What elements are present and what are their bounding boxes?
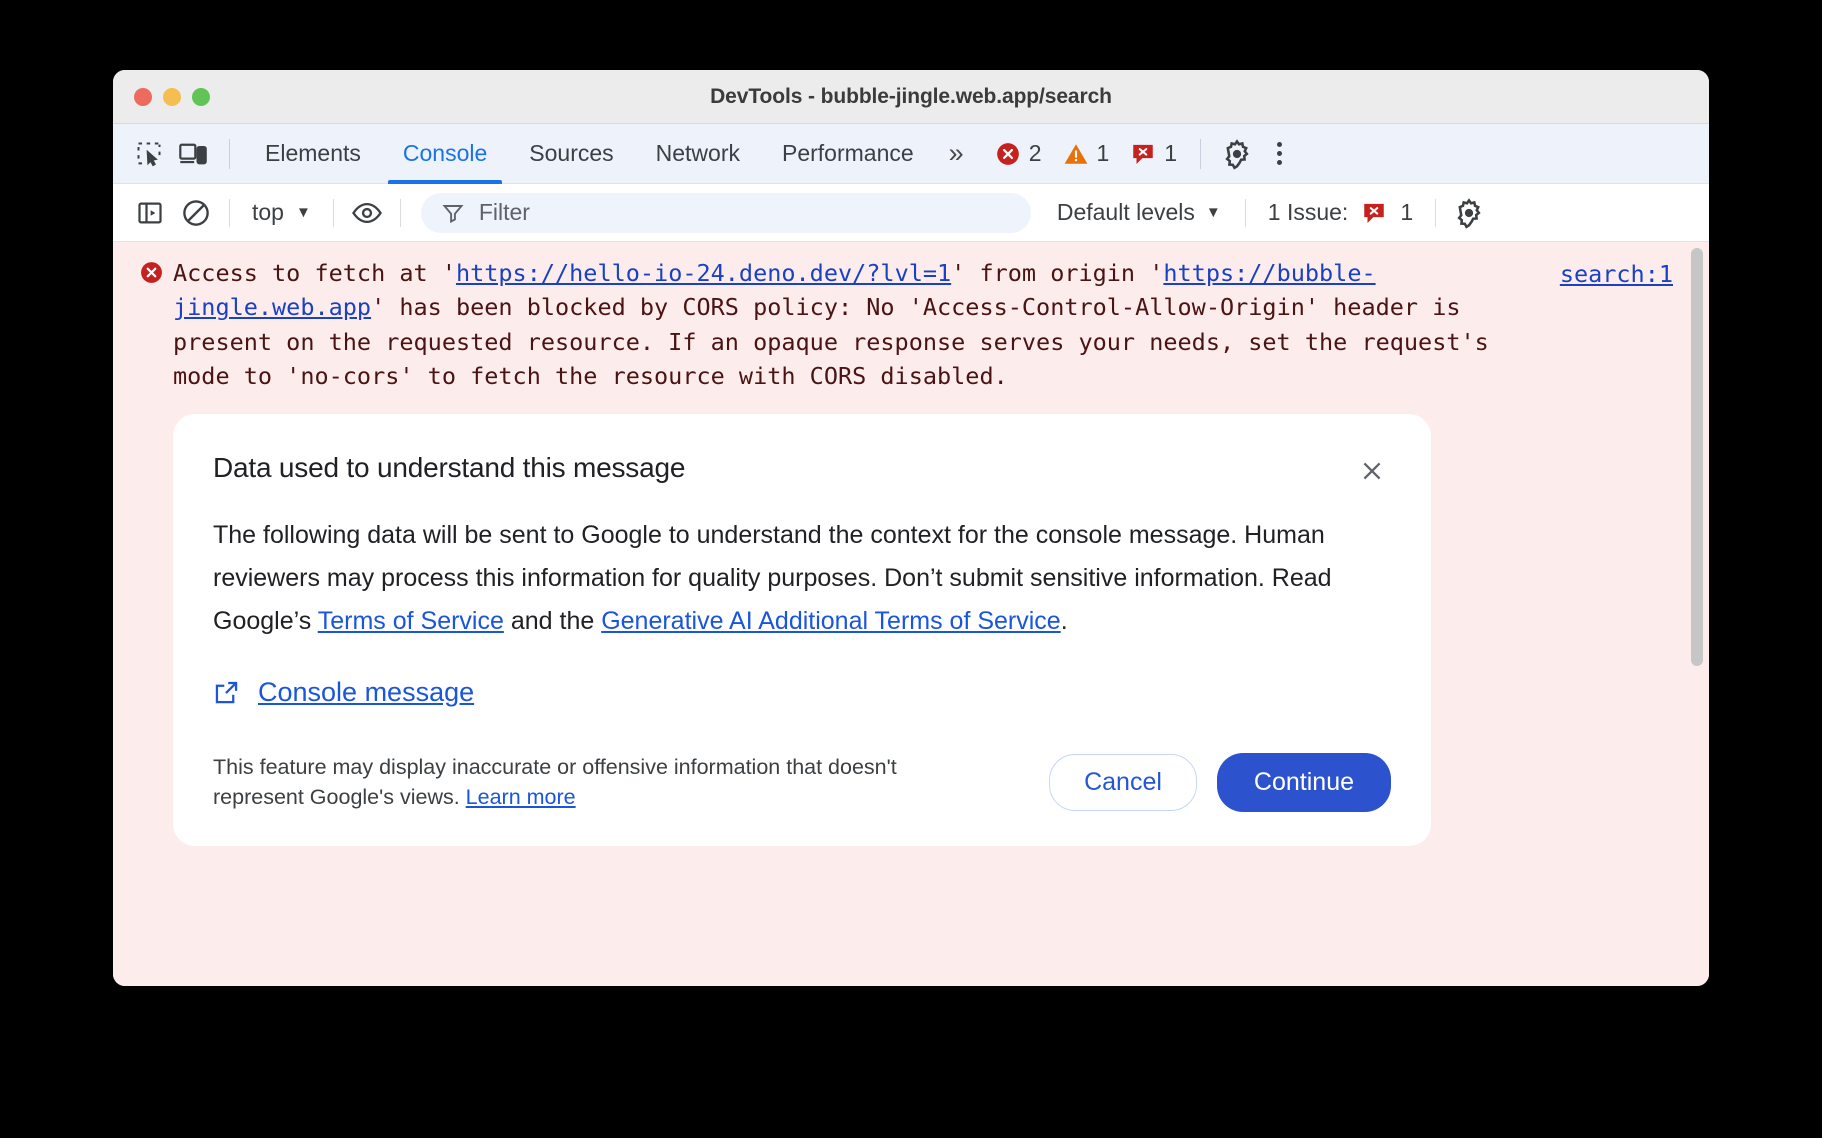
issue-counters: 2 1 1 — [986, 140, 1186, 167]
traffic-light-buttons — [134, 88, 210, 106]
console-message-link-row[interactable]: Console message — [213, 677, 1391, 708]
toolbar-divider-4 — [1245, 199, 1246, 227]
console-sidebar-icon[interactable] — [127, 192, 173, 234]
tab-performance[interactable]: Performance — [761, 124, 935, 184]
javascript-context-selector[interactable]: top ▼ — [240, 199, 323, 226]
error-prefix: Access to fetch at ' — [173, 259, 456, 287]
clear-console-icon[interactable] — [173, 192, 219, 234]
issue-count: 1 — [1164, 140, 1177, 167]
generative-ai-terms-link[interactable]: Generative AI Additional Terms of Servic… — [601, 607, 1061, 635]
console-error-message[interactable]: Access to fetch at 'https://hello-io-24.… — [113, 242, 1709, 399]
warning-counter[interactable]: 1 — [1054, 140, 1119, 167]
issue-icon — [1130, 141, 1156, 167]
cancel-button[interactable]: Cancel — [1049, 754, 1197, 811]
issues-count: 1 — [1400, 199, 1413, 226]
warning-count: 1 — [1097, 140, 1110, 167]
issue-counter[interactable]: 1 — [1121, 140, 1186, 167]
tab-label: Performance — [782, 140, 914, 167]
minimize-window-button[interactable] — [163, 88, 181, 106]
console-message-link[interactable]: Console message — [258, 677, 474, 708]
devtools-window: DevTools - bubble-jingle.web.app/search … — [113, 70, 1709, 986]
tab-label: Console — [403, 140, 487, 167]
filter-placeholder: Filter — [479, 199, 530, 226]
tab-console[interactable]: Console — [382, 124, 508, 184]
issue-icon — [1361, 200, 1387, 226]
source-location-link[interactable]: search:1 — [1560, 260, 1673, 288]
dialog-body-part3: . — [1061, 607, 1068, 635]
scrollbar-thumb[interactable] — [1691, 248, 1703, 666]
filter-input[interactable]: Filter — [421, 193, 1031, 233]
tab-label: Sources — [529, 140, 613, 167]
terms-of-service-link[interactable]: Terms of Service — [318, 607, 504, 635]
external-link-icon — [213, 679, 240, 706]
more-tabs-icon[interactable]: » — [935, 138, 974, 169]
tab-label: Elements — [265, 140, 361, 167]
error-icon — [995, 141, 1021, 167]
gear-icon[interactable] — [1215, 134, 1259, 174]
learn-more-link[interactable]: Learn more — [466, 785, 576, 809]
chevron-down-icon: ▼ — [296, 205, 311, 220]
panel-tabs: Elements Console Sources Network Perform… — [244, 124, 935, 184]
console-scrollbar[interactable] — [1691, 248, 1703, 980]
toolbar-divider-3 — [400, 199, 401, 227]
error-message-text: Access to fetch at 'https://hello-io-24.… — [173, 256, 1499, 393]
tab-network[interactable]: Network — [635, 124, 761, 184]
device-toolbar-icon[interactable] — [171, 134, 215, 174]
tabbar-divider — [229, 139, 230, 169]
context-label: top — [252, 199, 284, 226]
live-expression-eye-icon[interactable] — [344, 192, 390, 234]
inspect-element-icon[interactable] — [127, 134, 171, 174]
close-icon[interactable] — [1355, 454, 1389, 488]
issues-label: 1 Issue: — [1268, 199, 1349, 226]
tab-label: Network — [656, 140, 740, 167]
window-titlebar: DevTools - bubble-jingle.web.app/search — [113, 70, 1709, 124]
dialog-disclaimer: This feature may display inaccurate or o… — [213, 752, 983, 812]
close-window-button[interactable] — [134, 88, 152, 106]
log-levels-label: Default levels — [1057, 199, 1195, 226]
zoom-window-button[interactable] — [192, 88, 210, 106]
dialog-body-part2: and the — [504, 607, 601, 635]
dialog-header: Data used to understand this message — [213, 452, 1391, 488]
dialog-footer: This feature may display inaccurate or o… — [213, 752, 1391, 812]
error-count: 2 — [1029, 140, 1042, 167]
tab-elements[interactable]: Elements — [244, 124, 382, 184]
console-message-area: Access to fetch at 'https://hello-io-24.… — [113, 242, 1709, 986]
console-toolbar: top ▼ Filter Default levels ▼ 1 Issue: — [113, 184, 1709, 242]
toolbar-divider — [229, 199, 230, 227]
gear-icon[interactable] — [1446, 192, 1492, 234]
kebab-menu-icon[interactable] — [1259, 134, 1299, 174]
filter-funnel-icon — [441, 201, 465, 225]
window-title: DevTools - bubble-jingle.web.app/search — [113, 85, 1709, 109]
data-usage-dialog: Data used to understand this message The… — [173, 414, 1431, 846]
warning-icon — [1063, 141, 1089, 167]
error-icon — [139, 260, 164, 285]
toolbar-divider-5 — [1435, 199, 1436, 227]
error-suffix: ' has been blocked by CORS policy: No 'A… — [173, 293, 1503, 390]
devtools-tabbar: Elements Console Sources Network Perform… — [113, 124, 1709, 184]
error-mid: ' from origin ' — [951, 259, 1163, 287]
toolbar-divider-2 — [333, 199, 334, 227]
chevron-down-icon: ▼ — [1206, 205, 1221, 220]
request-url-link[interactable]: https://hello-io-24.deno.dev/?lvl=1 — [456, 259, 951, 287]
continue-button[interactable]: Continue — [1217, 753, 1391, 812]
error-counter[interactable]: 2 — [986, 140, 1051, 167]
tabbar-divider-2 — [1200, 139, 1201, 169]
tab-sources[interactable]: Sources — [508, 124, 634, 184]
dialog-actions: Cancel Continue — [1049, 753, 1391, 812]
dialog-body-text: The following data will be sent to Googl… — [213, 514, 1391, 643]
issues-summary[interactable]: 1 Issue: 1 — [1256, 199, 1425, 226]
dialog-title: Data used to understand this message — [213, 452, 685, 484]
log-levels-dropdown[interactable]: Default levels ▼ — [1043, 199, 1235, 226]
